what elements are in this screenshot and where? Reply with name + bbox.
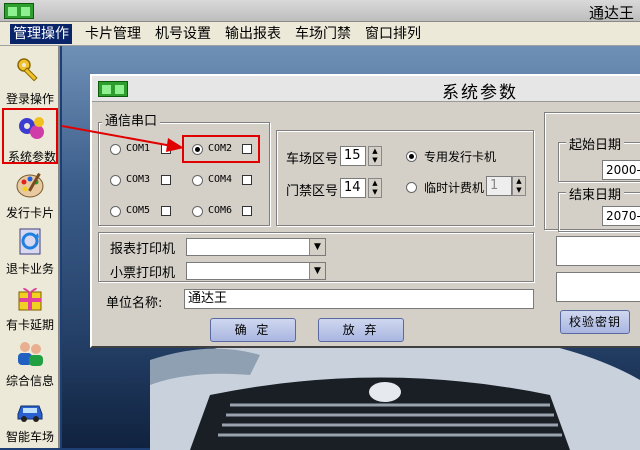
- com3-checkbox[interactable]: [161, 175, 171, 185]
- menu-window[interactable]: 窗口排列: [362, 24, 424, 44]
- gift-icon: [18, 287, 42, 311]
- sidebar-item-label: 智能车场: [5, 430, 54, 444]
- com3-label: COM3: [126, 174, 151, 185]
- start-date-label: 起始日期: [566, 134, 625, 153]
- sidebar-item-label: 发行卡片: [5, 206, 54, 220]
- key-field-1[interactable]: [556, 236, 640, 266]
- menu-manage[interactable]: 管理操作: [10, 24, 72, 44]
- receipt-printer-select[interactable]: ▼: [186, 262, 326, 280]
- sidebar-item-label: 系统参数: [7, 150, 56, 164]
- receipt-printer-label: 小票打印机: [110, 266, 176, 281]
- com5-checkbox[interactable]: [161, 206, 171, 216]
- com2-highlight-box: [182, 135, 260, 163]
- users-icon: [18, 342, 43, 366]
- dialog-title: 系统参数: [442, 83, 518, 103]
- gears-icon: [19, 117, 44, 139]
- gate-zone-spinner[interactable]: ▲ ▼: [368, 178, 382, 198]
- parking-zone-label: 车场区号: [286, 152, 339, 167]
- dedicated-reader-radio[interactable]: [406, 151, 417, 162]
- com4-label: COM4: [208, 174, 233, 185]
- app-titlebar: 通达王: [0, 0, 640, 22]
- com3-radio[interactable]: [110, 175, 121, 186]
- sidebar-item-label: 综合信息: [5, 374, 54, 388]
- verify-key-button[interactable]: 校验密钥: [560, 310, 630, 334]
- sidebar-item-refund[interactable]: 退卡业务: [2, 222, 58, 278]
- sidebar-item-parking[interactable]: 智能车场: [2, 390, 58, 446]
- menu-bar: 管理操作 卡片管理 机号设置 输出报表 车场门禁 窗口排列: [0, 22, 640, 46]
- temp-meter-label: 临时计费机: [424, 181, 485, 195]
- ok-button[interactable]: 确 定: [210, 318, 296, 342]
- sidebar-item-label: 退卡业务: [5, 262, 54, 276]
- company-name-field[interactable]: 通达王: [184, 289, 534, 309]
- cancel-button[interactable]: 放 弃: [318, 318, 404, 342]
- recycle-icon: [19, 228, 41, 255]
- annotation-arrow-icon: [61, 125, 184, 152]
- palette-icon: [16, 172, 44, 198]
- com5-radio[interactable]: [110, 206, 121, 217]
- com5-label: COM5: [126, 205, 151, 216]
- chevron-down-icon: ▼: [309, 263, 325, 279]
- key-field-2[interactable]: [556, 272, 640, 302]
- gate-zone-input[interactable]: 14: [340, 178, 366, 198]
- dedicated-reader-label: 专用发行卡机: [424, 150, 497, 164]
- sidebar-item-login[interactable]: 登录操作: [2, 52, 58, 108]
- com6-label: COM6: [208, 205, 233, 216]
- menu-card[interactable]: 卡片管理: [82, 24, 144, 44]
- sidebar-item-issue[interactable]: 发行卡片: [2, 166, 58, 222]
- com6-checkbox[interactable]: [242, 206, 252, 216]
- gate-zone-label: 门禁区号: [286, 184, 339, 199]
- parking-zone-input[interactable]: 15: [340, 146, 366, 166]
- menu-parking[interactable]: 车场门禁: [292, 24, 354, 44]
- start-date-field[interactable]: 2000-: [602, 160, 640, 180]
- car-icon: [17, 405, 43, 422]
- report-printer-label: 报表打印机: [110, 242, 176, 257]
- sidebar-item-label: 登录操作: [5, 92, 54, 106]
- sidebar-item-system[interactable]: 系统参数: [2, 108, 58, 164]
- sidebar-item-extend[interactable]: 有卡延期: [2, 278, 58, 334]
- end-date-field[interactable]: 2070-: [602, 206, 640, 226]
- temp-meter-input[interactable]: 1: [486, 176, 512, 196]
- system-params-dialog: 系统参数 通信串口 COM1 COM2 COM3 COM4 COM5 COM6 …: [90, 74, 640, 348]
- com4-radio[interactable]: [192, 175, 203, 186]
- com4-checkbox[interactable]: [242, 175, 252, 185]
- report-printer-select[interactable]: ▼: [186, 238, 326, 256]
- com6-radio[interactable]: [192, 206, 203, 217]
- menu-machine[interactable]: 机号设置: [152, 24, 214, 44]
- chevron-down-icon: ▼: [309, 239, 325, 255]
- end-date-label: 结束日期: [566, 184, 625, 203]
- parking-zone-spinner[interactable]: ▲ ▼: [368, 146, 382, 166]
- dialog-logo-icon: [98, 81, 128, 97]
- menu-report[interactable]: 输出报表: [222, 24, 284, 44]
- sidebar-item-label: 有卡延期: [5, 318, 54, 332]
- dialog-titlebar: 系统参数: [92, 76, 640, 103]
- temp-meter-radio[interactable]: [406, 182, 417, 193]
- sidebar-item-info[interactable]: 综合信息: [2, 334, 58, 390]
- app-logo-icon: [4, 3, 34, 19]
- app-title: 通达王: [588, 4, 634, 22]
- company-name-label: 单位名称:: [106, 296, 163, 311]
- key-icon: [17, 58, 38, 82]
- sidebar: 登录操作 系统参数 发行卡片 退卡业务 有卡延期 综合信息 智能车场: [0, 46, 60, 448]
- temp-meter-spinner[interactable]: ▲ ▼: [512, 176, 526, 196]
